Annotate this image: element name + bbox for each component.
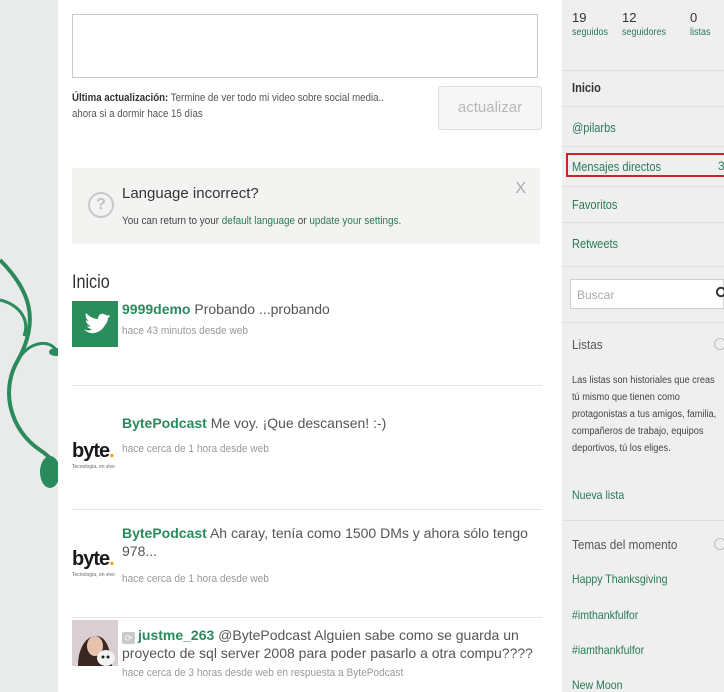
byte-logo-word: byte [72, 440, 110, 462]
lists-label[interactable]: listas [690, 27, 711, 38]
byte-tagline: Tecnología, en vivo [72, 572, 115, 578]
lists-description: Las listas son historiales que creas tú … [572, 375, 717, 454]
tweet-body: ⟳ justme_263 @BytePodcast Alguien sabe co… [122, 626, 542, 682]
vine-decoration [0, 258, 63, 488]
search-placeholder: Buscar [577, 288, 615, 302]
last-update-time[interactable]: hace 15 días [147, 108, 202, 120]
trend-link[interactable]: Happy Thanksgiving [572, 572, 667, 586]
search-icon[interactable] [715, 286, 724, 302]
tweet-meta-text[interactable]: hace cerca de 3 horas desde web en respu… [122, 664, 403, 682]
tweet-text: Probando ...probando [194, 301, 330, 317]
sidebar-item-direct-messages[interactable]: Mensajes directos [572, 159, 661, 174]
divider [562, 186, 724, 187]
sidebar: 19 seguidos 12 seguidores 0 listas Inici… [562, 0, 724, 692]
direct-messages-count: 3 [718, 159, 724, 173]
divider [562, 520, 724, 521]
divider [562, 106, 724, 107]
tweet-body: BytePodcast Ah caray, tenía como 1500 DM… [122, 524, 542, 588]
new-list-link[interactable]: Nueva lista [572, 488, 624, 502]
tweet-username[interactable]: BytePodcast [122, 525, 207, 541]
lists-count[interactable]: 0 [690, 10, 697, 25]
trend-link[interactable]: New Moon [572, 678, 622, 692]
last-update: Última actualización: Termine de ver tod… [72, 90, 406, 122]
following-count[interactable]: 19 [572, 10, 586, 25]
lists-heading[interactable]: Listas [572, 337, 603, 352]
tweet-username[interactable]: BytePodcast [122, 415, 207, 431]
divider [562, 222, 724, 223]
followers-count[interactable]: 12 [622, 10, 636, 25]
sidebar-item-inicio[interactable]: Inicio [572, 80, 601, 95]
status-textarea[interactable] [72, 14, 538, 78]
following-label[interactable]: seguidos [572, 27, 608, 38]
tweet-meta: hace cerca de 3 horas desde web en respu… [122, 664, 542, 682]
byte-tagline: Tecnología, en vivo [72, 464, 115, 470]
tweet-item: ⟳ justme_263 @BytePodcast Alguien sabe co… [72, 620, 542, 692]
collapse-icon[interactable] [714, 538, 724, 550]
divider [562, 70, 724, 71]
tweet-username[interactable]: justme_263 [138, 627, 214, 643]
byte-logo-word: byte [72, 548, 110, 570]
last-update-label: Última actualización: [72, 92, 169, 104]
search-input[interactable]: Buscar [570, 279, 724, 309]
trend-link[interactable]: #iamthankfulfor [572, 643, 644, 657]
language-notice-title: Language incorrect? [122, 185, 259, 202]
tweet-meta-text[interactable]: hace cerca de 1 hora desde web [122, 570, 269, 588]
avatar[interactable]: byte. Tecnología, en vivo [72, 434, 118, 480]
byte-logo-dot: . [109, 548, 114, 570]
notice-text-mid: or [295, 215, 310, 227]
feed-title: Inicio [72, 272, 110, 293]
collapse-icon[interactable] [714, 338, 724, 350]
update-settings-link[interactable]: update your settings [309, 215, 398, 227]
profile-photo [72, 620, 118, 666]
update-button[interactable]: actualizar [438, 86, 542, 130]
tweet-item: byte. Tecnología, en vivo BytePodcast Ah… [72, 518, 542, 618]
tweet-item: byte. Tecnología, en vivo BytePodcast Me… [72, 404, 542, 510]
followers-label[interactable]: seguidores [622, 27, 666, 38]
avatar[interactable] [72, 301, 118, 347]
default-language-link[interactable]: default language [222, 215, 295, 227]
tweet-username[interactable]: 9999demo [122, 301, 190, 317]
question-icon: ? [88, 192, 114, 218]
main-column: Última actualización: Termine de ver tod… [58, 0, 558, 692]
sidebar-item-favorites[interactable]: Favoritos [572, 197, 617, 212]
byte-logo: byte. [72, 548, 115, 571]
avatar[interactable] [72, 620, 118, 666]
close-icon[interactable]: X [515, 180, 526, 198]
avatar[interactable]: byte. Tecnología, en vivo [72, 542, 118, 588]
tweet-meta: hace cerca de 1 hora desde web [122, 570, 542, 588]
trends-heading[interactable]: Temas del momento [572, 537, 677, 552]
sidebar-item-retweets[interactable]: Retweets [572, 236, 618, 251]
notice-text-before: You can return to your [122, 215, 222, 227]
language-notice-text: You can return to your default language … [122, 215, 401, 227]
tweet-text: Me voy. ¡Que descansen! :-) [210, 415, 387, 431]
divider [562, 146, 724, 147]
tweet-body: 9999demo Probando ...probando hace 43 mi… [122, 300, 542, 340]
trend-link[interactable]: #imthankfulfor [572, 608, 638, 622]
byte-logo: byte. [72, 440, 115, 463]
retweet-icon: ⟳ [122, 632, 135, 644]
tweet-body: BytePodcast Me voy. ¡Que descansen! :-) … [122, 414, 542, 458]
tweet-meta-text[interactable]: hace 43 minutos desde web [122, 322, 248, 340]
divider [562, 322, 724, 323]
tweet-meta-text[interactable]: hace cerca de 1 hora desde web [122, 440, 269, 458]
byte-logo-dot: . [109, 440, 114, 462]
bird-icon [84, 313, 110, 334]
tweet-meta: hace 43 minutos desde web [122, 322, 542, 340]
tweet-meta: hace cerca de 1 hora desde web [122, 440, 542, 458]
tweet-item: 9999demo Probando ...probando hace 43 mi… [72, 296, 542, 386]
notice-text-after: . [398, 215, 402, 227]
divider [562, 266, 724, 267]
language-notice: ? Language incorrect? You can return to … [72, 168, 540, 244]
sidebar-item-mentions[interactable]: @pilarbs [572, 120, 616, 135]
